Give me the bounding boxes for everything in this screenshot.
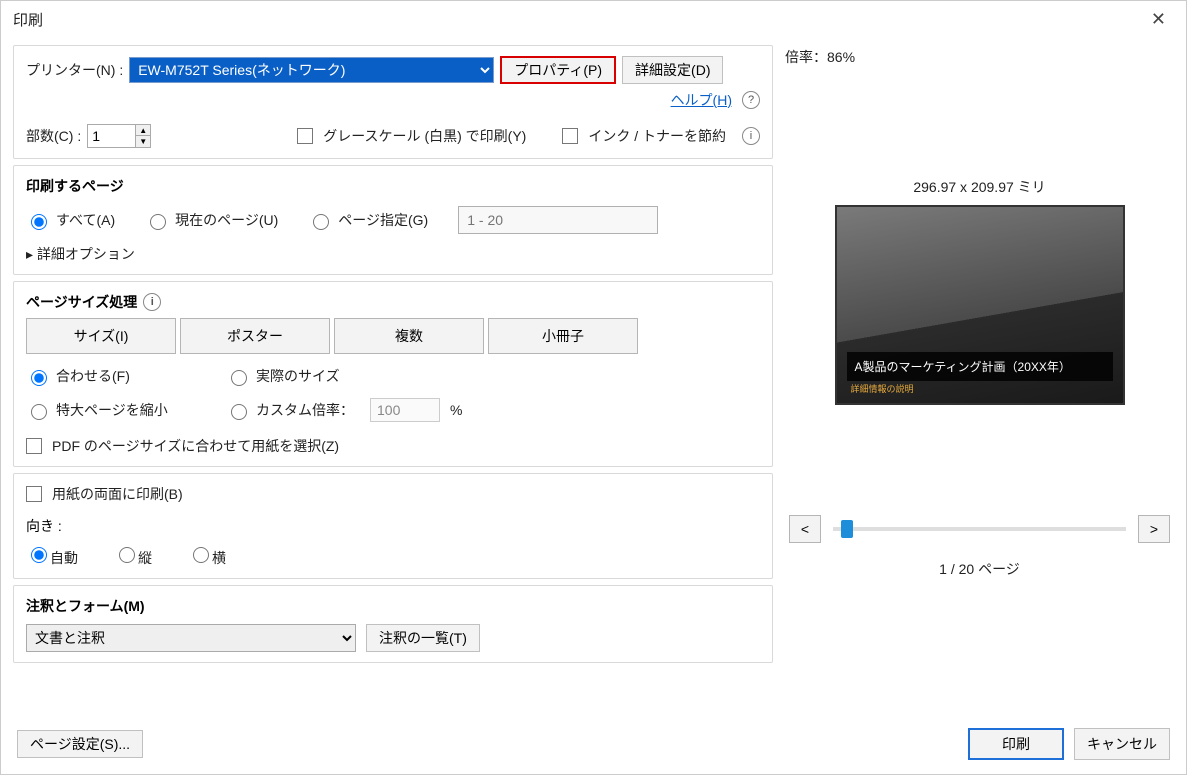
properties-button[interactable]: プロパティ(P) [500, 56, 616, 84]
pages-range-input[interactable] [458, 206, 658, 234]
inksave-check-icon [562, 128, 578, 144]
page-setup-button[interactable]: ページ設定(S)... [17, 730, 143, 758]
inksave-checkbox[interactable]: インク / トナーを節約 [562, 126, 726, 146]
printer-section: プリンター(N) : EW-M752T Series(ネットワーク) プロパティ… [13, 45, 773, 159]
printer-select[interactable]: EW-M752T Series(ネットワーク) [129, 57, 494, 83]
pages-range-radio[interactable]: ページ指定(G) [308, 210, 428, 230]
annotations-select[interactable]: 文書と注釈 [26, 624, 356, 652]
annotations-list-button[interactable]: 注釈の一覧(T) [366, 624, 480, 652]
window-title: 印刷 [13, 9, 43, 30]
inksave-info-icon[interactable]: i [742, 127, 760, 145]
grayscale-check-icon [297, 128, 313, 144]
fit-radio[interactable]: 合わせる(F) [26, 366, 226, 386]
custom-scale-input[interactable] [370, 398, 440, 422]
tab-poster[interactable]: ポスター [180, 318, 330, 354]
pages-title: 印刷するページ [26, 176, 760, 196]
orient-portrait-radio[interactable]: 縦 [114, 544, 152, 568]
pages-more-options[interactable]: ▸ 詳細オプション [26, 244, 760, 264]
titlebar: 印刷 ✕ [1, 1, 1186, 37]
preview-thumbnail: A製品のマーケティング計画（20XX年） 詳細情報の説明 [835, 205, 1125, 405]
orient-landscape-radio[interactable]: 横 [188, 544, 226, 568]
help-link[interactable]: ヘルプ(H) [671, 90, 732, 110]
tab-multiple[interactable]: 複数 [334, 318, 484, 354]
prev-page-button[interactable]: < [789, 515, 821, 543]
orient-auto-radio[interactable]: 自動 [26, 544, 78, 568]
tab-size[interactable]: サイズ(I) [26, 318, 176, 354]
custom-radio[interactable]: カスタム倍率： % [226, 398, 760, 422]
cancel-button[interactable]: キャンセル [1074, 728, 1170, 760]
annotations-title: 注釈とフォーム(M) [26, 596, 760, 616]
preview-dimensions: 296.97 x 209.97 ミリ [785, 177, 1174, 197]
annotations-section: 注釈とフォーム(M) 文書と注釈 注釈の一覧(T) [13, 585, 773, 663]
help-info-icon[interactable]: ? [742, 91, 760, 109]
next-page-button[interactable]: > [1138, 515, 1170, 543]
grayscale-checkbox[interactable]: グレースケール (白黒) で印刷(Y) [297, 126, 526, 146]
scale-label: 倍率：86% [785, 47, 1174, 67]
copies-down-icon[interactable]: ▼ [136, 136, 150, 147]
preview-slide-subtitle: 詳細情報の説明 [851, 382, 914, 395]
choose-paper-check-icon [26, 438, 42, 454]
shrink-radio[interactable]: 特大ページを縮小 [26, 398, 226, 422]
page-count-label: 1 / 20 ページ [785, 559, 1174, 579]
close-icon[interactable]: ✕ [1143, 5, 1174, 34]
copies-label: 部数(C) : [26, 126, 81, 146]
copies-input[interactable] [87, 124, 135, 148]
page-slider[interactable] [833, 527, 1126, 531]
pagesize-title: ページサイズ処理 i [26, 292, 760, 312]
bothsides-check-icon [26, 486, 42, 502]
pages-section: 印刷するページ すべて(A) 現在のページ(U) ページ指定(G) ▸ 詳細オプ… [13, 165, 773, 275]
pagesize-info-icon[interactable]: i [143, 293, 161, 311]
pages-current-radio[interactable]: 現在のページ(U) [145, 210, 278, 230]
tab-booklet[interactable]: 小冊子 [488, 318, 638, 354]
preview-slide-title: A製品のマーケティング計画（20XX年） [847, 352, 1113, 381]
print-button[interactable]: 印刷 [968, 728, 1064, 760]
dialog-footer: ページ設定(S)... 印刷 キャンセル [1, 714, 1186, 774]
pages-all-radio[interactable]: すべて(A) [26, 210, 115, 230]
orientation-label: 向き : [26, 516, 760, 536]
preview-panel: 倍率：86% 296.97 x 209.97 ミリ A製品のマーケティング計画（… [785, 45, 1174, 714]
bothsides-checkbox[interactable]: 用紙の両面に印刷(B) [26, 484, 760, 504]
actual-radio[interactable]: 実際のサイズ [226, 366, 760, 386]
printer-label: プリンター(N) : [26, 60, 123, 80]
advanced-settings-button[interactable]: 詳細設定(D) [622, 56, 723, 84]
copies-up-icon[interactable]: ▲ [136, 125, 150, 136]
choose-paper-checkbox[interactable]: PDF のページサイズに合わせて用紙を選択(Z) [26, 436, 760, 456]
duplex-section: 用紙の両面に印刷(B) 向き : 自動 縦 横 [13, 473, 773, 579]
page-slider-thumb[interactable] [841, 520, 853, 538]
pagesize-section: ページサイズ処理 i サイズ(I) ポスター 複数 小冊子 合わせる(F) 実際… [13, 281, 773, 467]
